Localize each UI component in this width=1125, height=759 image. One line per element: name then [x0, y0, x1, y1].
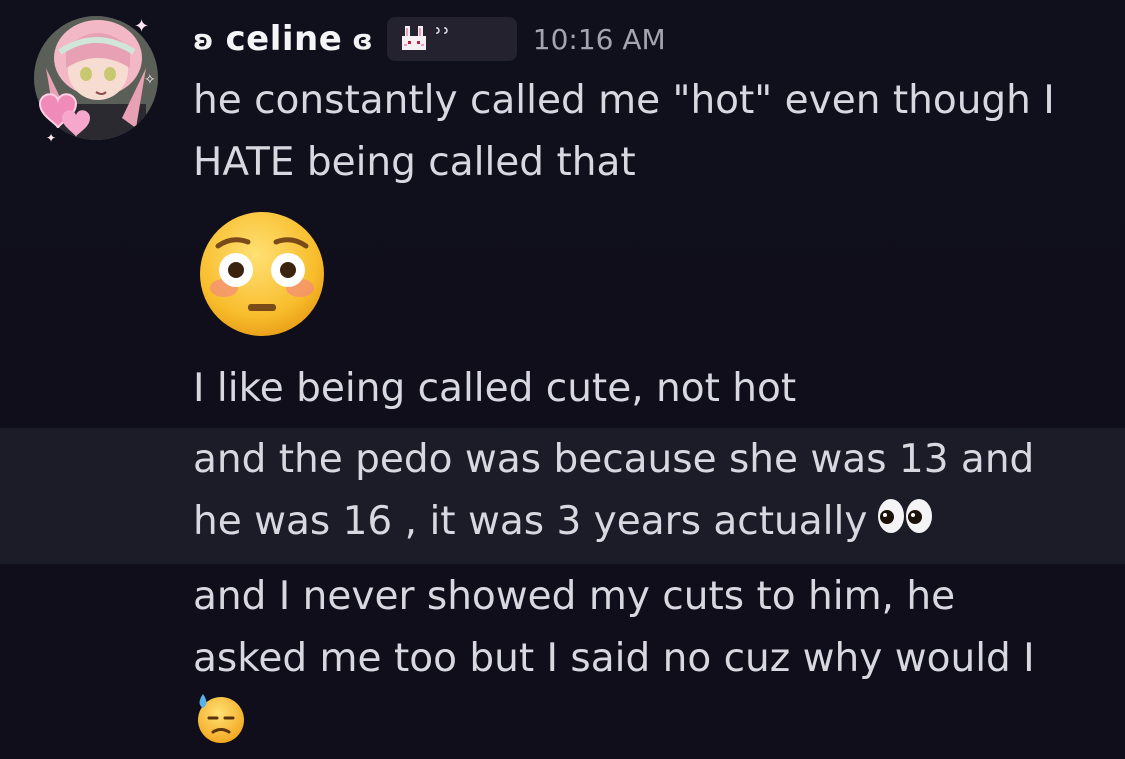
- eyes-emoji: [875, 493, 935, 555]
- downcast-face-with-sweat-emoji: [193, 690, 247, 744]
- eyes-icon: [878, 498, 933, 533]
- username[interactable]: celine: [225, 19, 342, 59]
- server-tag[interactable]: ʾʾ: [386, 17, 517, 61]
- message-text-line: I like being called cute, not hot: [193, 366, 797, 411]
- message-text-fragment: he was 16 , it was 3 years actually: [193, 499, 868, 544]
- avatar[interactable]: ✦ ✧ ✦: [26, 8, 166, 148]
- message-text-line: asked me too but I said no cuz why would…: [193, 636, 1035, 681]
- message-text-line-with-emoji: he was 16 , it was 3 years actually: [193, 491, 1093, 555]
- svg-text:✦: ✦: [46, 131, 56, 145]
- chat-view: ✦ ✧ ✦ ʚ celine ɞ ʾʾ 10:16 AM he constant…: [0, 0, 1125, 759]
- downcast-sweat-face-icon: [198, 694, 244, 743]
- message-3: and the pedo was because she was 13 and …: [193, 429, 1093, 555]
- message-text-line: HATE being called that: [193, 140, 636, 185]
- svg-text:✦: ✦: [134, 16, 149, 37]
- flushed-face-emoji: [196, 208, 328, 340]
- server-tag-text: ʾʾ: [434, 24, 451, 54]
- bunny-icon: [401, 26, 426, 50]
- flushed-face-icon: [200, 212, 324, 336]
- username-deco-right: ɞ: [352, 22, 373, 56]
- message-header: ʚ celine ɞ ʾʾ 10:16 AM: [193, 16, 666, 62]
- message-2: I like being called cute, not hot: [193, 358, 1093, 420]
- avatar-image: ✦ ✧ ✦: [34, 16, 158, 145]
- svg-text:✧: ✧: [144, 72, 156, 88]
- message-text-line: he constantly called me "hot" even thoug…: [193, 78, 1055, 123]
- message-4: and I never showed my cuts to him, he as…: [193, 566, 1093, 690]
- message-1: he constantly called me "hot" even thoug…: [193, 70, 1093, 194]
- message-text-line: and I never showed my cuts to him, he: [193, 574, 956, 619]
- timestamp[interactable]: 10:16 AM: [533, 23, 666, 56]
- username-deco-left: ʚ: [193, 22, 214, 56]
- message-text-line: and the pedo was because she was 13 and: [193, 437, 1035, 482]
